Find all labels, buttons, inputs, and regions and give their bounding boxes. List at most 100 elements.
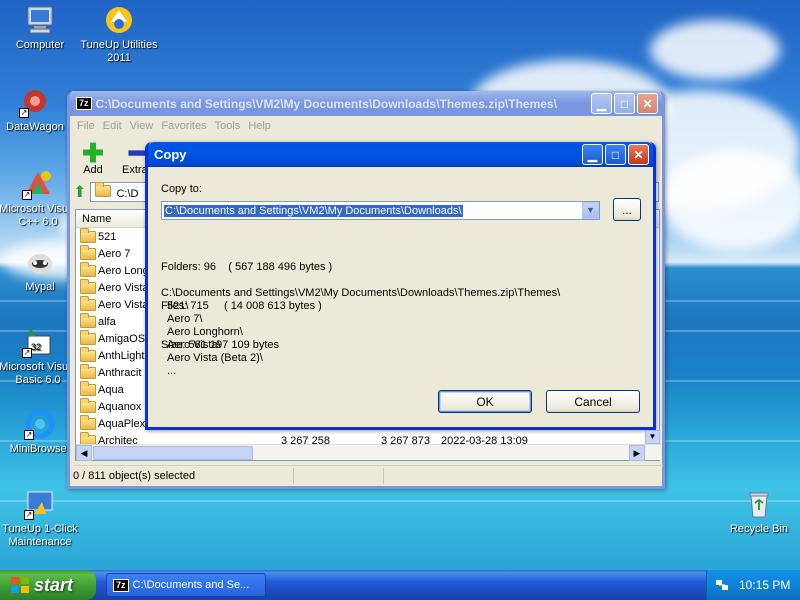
window-titlebar[interactable]: 7z C:\Documents and Settings\VM2\My Docu… — [70, 91, 662, 116]
menu-edit[interactable]: Edit — [99, 120, 126, 132]
ok-button[interactable]: OK — [438, 390, 532, 413]
folder-icon — [80, 380, 96, 396]
row-name: Aquanox — [98, 400, 142, 413]
vb-icon: 32 ↗ — [22, 326, 54, 358]
folder-icon — [80, 397, 96, 413]
computer-icon — [24, 4, 56, 36]
cancel-button[interactable]: Cancel — [546, 390, 640, 413]
row-name: AquaPlex — [98, 417, 146, 430]
horizontal-scrollbar[interactable]: ◀ ▶ — [76, 444, 661, 461]
add-label: Add — [83, 164, 103, 176]
desktop-icon-vcpp[interactable]: ↗ Microsoft Visual C++ 6.0 — [0, 168, 77, 229]
minimize-button[interactable]: ▁ — [591, 93, 612, 114]
row-name: Aero 7 — [98, 247, 131, 260]
network-icon[interactable] — [715, 578, 729, 592]
copy-to-label: Copy to: — [161, 183, 202, 195]
plus-icon: ✚ — [82, 138, 104, 168]
taskbar-button-sevenzip[interactable]: 7z C:\Documents and Se... — [106, 573, 266, 597]
start-label: start — [34, 574, 74, 595]
source-item: 521\ — [167, 300, 189, 312]
destination-combobox[interactable]: C:\Documents and Settings\VM2\My Documen… — [161, 201, 600, 220]
desktop-icon-label: TuneUp 1-Click Maintenance — [2, 523, 78, 548]
destination-path: C:\Documents and Settings\VM2\My Documen… — [164, 204, 463, 217]
svg-text:32: 32 — [31, 342, 41, 352]
folder-icon — [80, 312, 96, 328]
source-item: ... — [167, 365, 177, 377]
desktop-icon-datawagon[interactable]: ↗ DataWagon — [0, 86, 74, 134]
dialog-title: Copy — [154, 147, 187, 162]
folders-stat: Folders: 96 ( 567 188 496 bytes ) — [161, 261, 333, 273]
minimize-button[interactable]: ▁ — [582, 144, 603, 165]
sevenzip-icon: 7z — [113, 578, 129, 592]
sevenzip-icon: 7z — [76, 97, 92, 110]
shortcut-arrow-icon: ↗ — [19, 108, 29, 118]
shortcut-arrow-icon: ↗ — [22, 348, 32, 358]
row-name: AmigaOS4 — [98, 332, 152, 345]
desktop-icon-label: Recycle Bin — [729, 523, 789, 535]
folder-icon — [95, 182, 112, 197]
menu-view[interactable]: View — [126, 120, 158, 132]
up-folder-icon[interactable]: ⬆ — [73, 182, 86, 202]
recycle-bin-icon — [743, 488, 775, 520]
windows-logo-icon — [11, 577, 29, 593]
desktop-icon-tuneup-oneclick[interactable]: ↗ TuneUp 1-Click Maintenance — [1, 488, 79, 549]
scroll-thumb[interactable] — [93, 446, 253, 460]
dialog-titlebar[interactable]: Copy ▁ □ ✕ — [148, 142, 653, 167]
clock[interactable]: 10:15 PM — [739, 578, 790, 592]
shortcut-arrow-icon: ↗ — [22, 190, 32, 200]
window-title: C:\Documents and Settings\VM2\My Documen… — [95, 96, 557, 111]
vcpp-icon: ↗ — [22, 168, 54, 200]
maximize-button[interactable]: □ — [605, 144, 626, 165]
source-item: Aero Vista (Beta 2)\ — [167, 352, 263, 364]
desktop-icon-computer[interactable]: Computer — [1, 4, 79, 52]
source-path: C:\Documents and Settings\VM2\My Documen… — [161, 287, 561, 299]
folder-icon — [80, 346, 96, 362]
row-name: Aqua — [98, 383, 124, 396]
desktop-icon-vb[interactable]: 32 ↗ Microsoft Visual Basic 6.0 — [0, 326, 77, 387]
close-button[interactable]: ✕ — [628, 144, 649, 165]
folder-icon — [80, 227, 96, 243]
address-text: C:\D — [116, 188, 139, 200]
shortcut-arrow-icon: ↗ — [24, 510, 34, 520]
desktop-icon-recycle-bin[interactable]: Recycle Bin — [720, 488, 798, 536]
desktop-icon-label: Microsoft Visual Basic 6.0 — [0, 361, 77, 386]
folder-icon — [80, 295, 96, 311]
taskbar: start 7z C:\Documents and Se... 10:15 PM — [0, 570, 800, 600]
status-text: 0 / 811 object(s) selected — [73, 469, 196, 482]
close-button[interactable]: ✕ — [637, 93, 658, 114]
row-name: Anthracit — [98, 366, 142, 379]
menu-favorites[interactable]: Favorites — [157, 120, 210, 132]
folder-icon — [80, 278, 96, 294]
row-name: alfa — [98, 315, 116, 328]
row-name: Aero Vista — [98, 298, 149, 311]
start-button[interactable]: start — [0, 570, 96, 600]
menu-help[interactable]: Help — [244, 120, 275, 132]
copy-dialog: Copy ▁ □ ✕ Copy to: C:\Documents and Set… — [145, 142, 656, 430]
desktop-icon-label: Computer — [15, 39, 65, 51]
source-items: 521\ Aero 7\ Aero Longhorn\ Aero Vista\ Aero… — [161, 300, 560, 378]
source-item: Aero 7\ — [167, 313, 203, 325]
desktop-icon-tuneup[interactable]: TuneUp Utilities 2011 — [80, 4, 158, 65]
browse-button[interactable]: ... — [613, 198, 641, 221]
row-name: 521 — [98, 230, 117, 243]
scroll-left-icon[interactable]: ◀ — [76, 445, 92, 461]
folder-icon — [80, 329, 96, 345]
status-bar: 0 / 811 object(s) selected — [73, 465, 663, 485]
scroll-right-icon[interactable]: ▶ — [629, 445, 645, 461]
maximize-button[interactable]: □ — [614, 93, 635, 114]
folder-icon — [80, 261, 96, 277]
tuneup-oneclick-icon: ↗ — [24, 488, 56, 520]
mypal-icon — [24, 246, 56, 278]
desktop-icon-label: Microsoft Visual C++ 6.0 — [0, 203, 77, 228]
row-name: Aero Vista — [98, 281, 149, 294]
source-item: Aero Longhorn\ — [167, 326, 243, 338]
add-button[interactable]: ✚ Add — [78, 138, 108, 176]
dropdown-chevron-icon[interactable]: ▼ — [582, 202, 599, 219]
menu-file[interactable]: File — [73, 120, 99, 132]
menu-tools[interactable]: Tools — [211, 120, 245, 132]
scroll-down-icon[interactable]: ▼ — [645, 430, 660, 444]
minibrowser-icon: ↗ — [24, 408, 56, 440]
source-block: C:\Documents and Settings\VM2\My Documen… — [161, 287, 560, 378]
folder-icon — [80, 244, 96, 260]
tuneup-icon — [103, 4, 135, 36]
